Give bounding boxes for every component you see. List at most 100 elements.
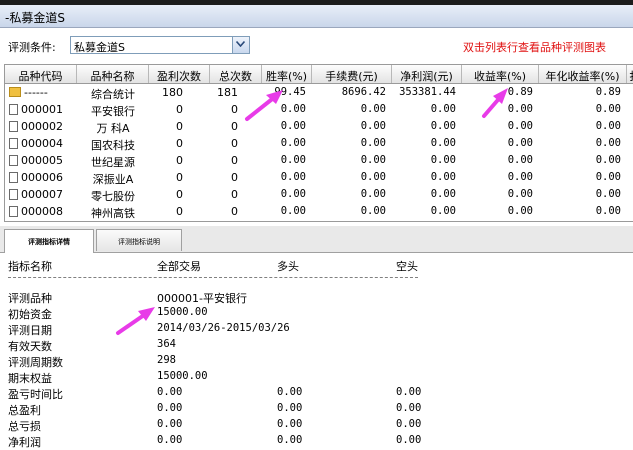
- cell-name: 神州高铁: [91, 207, 135, 220]
- cell-annual: 0.89: [595, 86, 621, 98]
- cell-annual: 0.00: [595, 188, 621, 200]
- cell-profit: 353381.44: [399, 86, 456, 98]
- cell-profit: 0.00: [430, 188, 456, 200]
- cell-winrate: 0.00: [280, 171, 306, 183]
- col-return[interactable]: 收益率(%): [462, 65, 539, 83]
- folder-icon: [9, 87, 21, 97]
- cell-name: 万 科A: [96, 122, 130, 135]
- cell-code: 000008: [21, 205, 63, 218]
- table-row[interactable]: 000004 国农科技 0 0 0.00 0.00 0.00 0.00 0.00: [5, 135, 633, 152]
- table-row[interactable]: ------ 综合统计 180 181 99.45 8696.42 353381…: [5, 84, 633, 101]
- table-row[interactable]: 000005 世纪星源 0 0 0.00 0.00 0.00 0.00 0.00: [5, 152, 633, 169]
- tab-indicator-details[interactable]: 评测指标详情: [4, 229, 94, 253]
- cell-total: 0: [231, 103, 238, 116]
- detail-col-all: 全部交易: [157, 260, 201, 273]
- table-row[interactable]: 000001 平安银行 0 0 0.00 0.00 0.00 0.00 0.00: [5, 101, 633, 118]
- cell-code: 000005: [21, 154, 63, 167]
- cell-total: 0: [231, 120, 238, 133]
- detail-tabs: 评测指标详情 评测指标说明: [0, 226, 633, 253]
- cell-total: 0: [231, 137, 238, 150]
- cell-fee: 0.00: [360, 137, 386, 149]
- col-total[interactable]: 总次数: [210, 65, 262, 83]
- cell-fee: 8696.42: [341, 86, 386, 98]
- col-name[interactable]: 品种名称: [77, 65, 149, 83]
- cell-return: 0.00: [507, 103, 533, 115]
- cell-name: 深振业A: [92, 173, 134, 186]
- title-bar: -私募金道S: [0, 5, 633, 28]
- cell-profit: 0.00: [430, 154, 456, 166]
- cell-wins: 0: [176, 205, 183, 218]
- cell-total: 0: [231, 188, 238, 201]
- cell-code: 000006: [21, 171, 63, 184]
- chevron-down-icon: [236, 41, 245, 47]
- detail-col-short: 空头: [396, 260, 418, 273]
- cell-profit: 0.00: [430, 137, 456, 149]
- detail-row: 总盈利 0.00 0.00 0.00: [8, 402, 422, 417]
- cell-return: 0.00: [507, 205, 533, 217]
- window-title: -私募金道S: [5, 11, 65, 25]
- cell-name: 国农科技: [91, 139, 135, 152]
- condition-select[interactable]: 私募金道S: [70, 36, 250, 54]
- detail-row: 总亏损 0.00 0.00 0.00: [8, 418, 422, 433]
- results-table: 品种代码 品种名称 盈利次数 总次数 胜率(%) 手续费(元) 净利润(元) 收…: [4, 64, 633, 222]
- detail-row: 初始资金 15000.00: [8, 306, 208, 321]
- cell-wins: 0: [176, 137, 183, 150]
- detail-row: 期末权益 15000.00: [8, 370, 208, 385]
- detail-row: 评测品种 000001-平安银行: [8, 292, 247, 305]
- col-code[interactable]: 品种代码: [5, 65, 77, 83]
- cell-wins: 0: [176, 120, 183, 133]
- detail-row: 评测周期数 298: [8, 354, 176, 369]
- table-row[interactable]: 000006 深振业A 0 0 0.00 0.00 0.00 0.00 0.00: [5, 169, 633, 186]
- detail-panel: 指标名称 全部交易 多头 空头 评测品种 000001-平安银行 初始资金 15…: [0, 253, 633, 449]
- detail-row: 评测日期 2014/03/26-2015/03/26: [8, 322, 290, 337]
- cell-total: 0: [231, 205, 238, 218]
- col-winrate[interactable]: 胜率(%): [262, 65, 312, 83]
- cell-fee: 0.00: [360, 188, 386, 200]
- col-extra[interactable]: 扌: [627, 65, 633, 83]
- cell-wins: 0: [176, 188, 183, 201]
- cell-total: 0: [231, 171, 238, 184]
- cell-annual: 0.00: [595, 154, 621, 166]
- document-icon: [9, 172, 18, 183]
- cell-profit: 0.00: [430, 205, 456, 217]
- col-profit[interactable]: 净利润(元): [392, 65, 462, 83]
- tab-indicator-description[interactable]: 评测指标说明: [96, 229, 182, 251]
- cell-winrate: 0.00: [280, 103, 306, 115]
- cell-name: 综合统计: [91, 88, 135, 101]
- detail-header: 指标名称 全部交易 多头 空头: [0, 258, 633, 274]
- cell-total: 0: [231, 154, 238, 167]
- divider: [8, 277, 418, 278]
- cell-return: 0.89: [507, 86, 533, 98]
- col-fee[interactable]: 手续费(元): [312, 65, 392, 83]
- cell-winrate: 99.45: [274, 86, 306, 98]
- cell-code: ------: [24, 86, 48, 99]
- cell-total: 181: [217, 86, 238, 99]
- cell-profit: 0.00: [430, 171, 456, 183]
- cell-annual: 0.00: [595, 137, 621, 149]
- cell-winrate: 0.00: [280, 120, 306, 132]
- dropdown-button[interactable]: [232, 37, 249, 53]
- cell-return: 0.00: [507, 188, 533, 200]
- table-row[interactable]: 000002 万 科A 0 0 0.00 0.00 0.00 0.00 0.00: [5, 118, 633, 135]
- cell-code: 000001: [21, 103, 63, 116]
- cell-fee: 0.00: [360, 205, 386, 217]
- condition-value: 私募金道S: [74, 41, 125, 54]
- document-icon: [9, 206, 18, 217]
- cell-winrate: 0.00: [280, 137, 306, 149]
- document-icon: [9, 121, 18, 132]
- cell-winrate: 0.00: [280, 188, 306, 200]
- cell-annual: 0.00: [595, 120, 621, 132]
- table-row[interactable]: 000007 零七股份 0 0 0.00 0.00 0.00 0.00 0.00: [5, 186, 633, 203]
- cell-return: 0.00: [507, 137, 533, 149]
- col-wins[interactable]: 盈利次数: [149, 65, 210, 83]
- cell-fee: 0.00: [360, 171, 386, 183]
- table-row[interactable]: 000008 神州高铁 0 0 0.00 0.00 0.00 0.00 0.00: [5, 203, 633, 220]
- detail-row: 有效天数 364: [8, 338, 176, 353]
- cell-code: 000004: [21, 137, 63, 150]
- cell-name: 世纪星源: [91, 156, 135, 169]
- cell-code: 000002: [21, 120, 63, 133]
- detail-row: 盈亏时间比 0.00 0.00 0.00: [8, 386, 422, 401]
- cell-winrate: 0.00: [280, 205, 306, 217]
- col-annual[interactable]: 年化收益率(%): [539, 65, 627, 83]
- document-icon: [9, 155, 18, 166]
